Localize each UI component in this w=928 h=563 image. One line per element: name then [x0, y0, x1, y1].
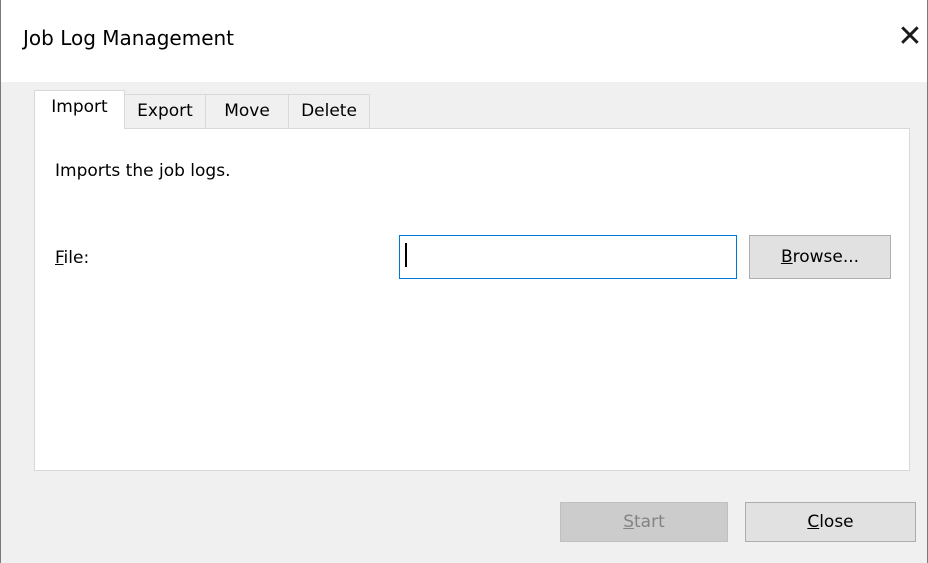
- close-icon[interactable]: ✕: [891, 18, 927, 56]
- close-label: lose: [819, 512, 854, 532]
- file-label: File:: [55, 248, 89, 268]
- browse-button[interactable]: Browse...: [749, 235, 891, 279]
- start-button[interactable]: Start: [560, 502, 728, 542]
- tab-export[interactable]: Export: [124, 94, 206, 128]
- browse-label: rowse...: [792, 247, 860, 267]
- tab-move[interactable]: Move: [205, 94, 289, 128]
- start-label: tart: [634, 512, 665, 532]
- tab-delete[interactable]: Delete: [288, 94, 370, 128]
- file-path-input[interactable]: [399, 235, 737, 279]
- close-mnemonic: C: [807, 512, 820, 532]
- job-log-management-dialog: Job Log Management ✕ Import Export Move …: [0, 0, 928, 563]
- tab-import[interactable]: Import: [34, 90, 125, 129]
- start-mnemonic: S: [623, 512, 635, 532]
- browse-mnemonic: B: [780, 247, 793, 267]
- text-caret: [405, 243, 407, 267]
- import-description: Imports the job logs.: [55, 161, 231, 181]
- import-tab-panel: Imports the job logs. File: Browse...: [34, 128, 910, 471]
- window-title: Job Log Management: [23, 26, 235, 50]
- close-button[interactable]: Close: [745, 502, 916, 542]
- file-label-text: ile:: [63, 248, 90, 268]
- file-label-mnemonic: F: [55, 248, 64, 268]
- title-bar: Job Log Management ✕: [1, 0, 927, 82]
